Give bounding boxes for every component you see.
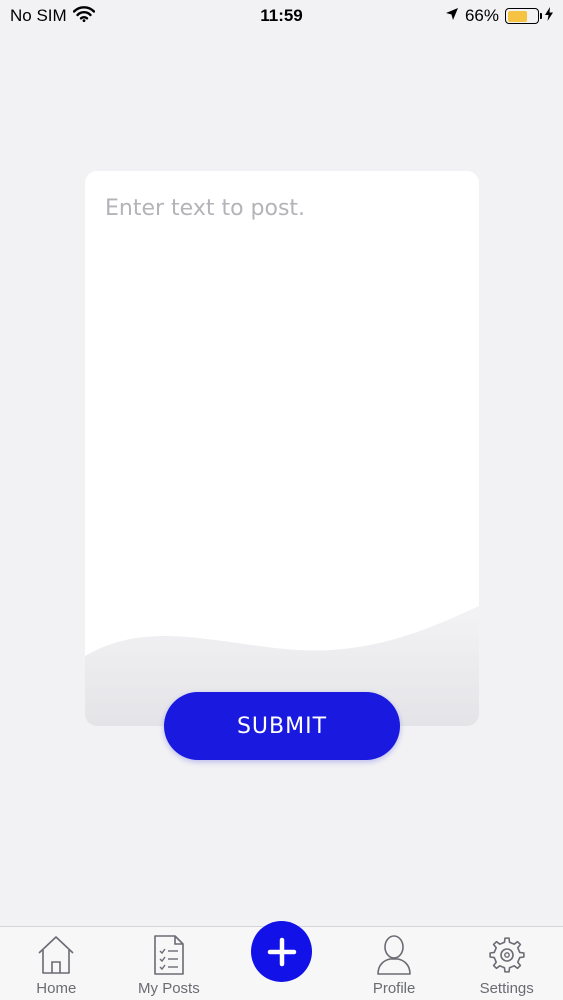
wifi-icon (72, 5, 95, 27)
plus-icon (267, 937, 296, 966)
tab-home-label: Home (36, 980, 77, 997)
document-list-icon (154, 935, 184, 975)
tab-settings[interactable]: Settings (451, 926, 563, 1000)
battery-level (507, 10, 527, 22)
profile-icon (377, 935, 411, 975)
submit-button[interactable]: SUBMIT (164, 692, 400, 760)
tab-settings-label: Settings (479, 980, 534, 997)
post-composer-card (85, 171, 479, 726)
battery-percent: 66% (464, 6, 499, 25)
gear-icon (488, 937, 525, 973)
new-post-button[interactable] (251, 921, 312, 982)
home-icon (38, 936, 74, 974)
carrier-label: No SIM (10, 6, 67, 25)
tab-profile-label: Profile (372, 980, 416, 997)
tab-my-posts-label: My Posts (138, 980, 200, 997)
location-arrow-icon (445, 6, 459, 26)
tab-my-posts[interactable]: My Posts (113, 926, 225, 1000)
status-right: 66% (445, 6, 553, 26)
tab-profile[interactable]: Profile (338, 926, 450, 1000)
post-text-input[interactable] (85, 171, 479, 601)
battery-icon (505, 8, 542, 24)
status-bar: No SIM 66% (0, 0, 563, 32)
status-left: No SIM (10, 5, 95, 27)
charging-bolt-icon (545, 6, 553, 26)
tab-home[interactable]: Home (0, 926, 112, 1000)
